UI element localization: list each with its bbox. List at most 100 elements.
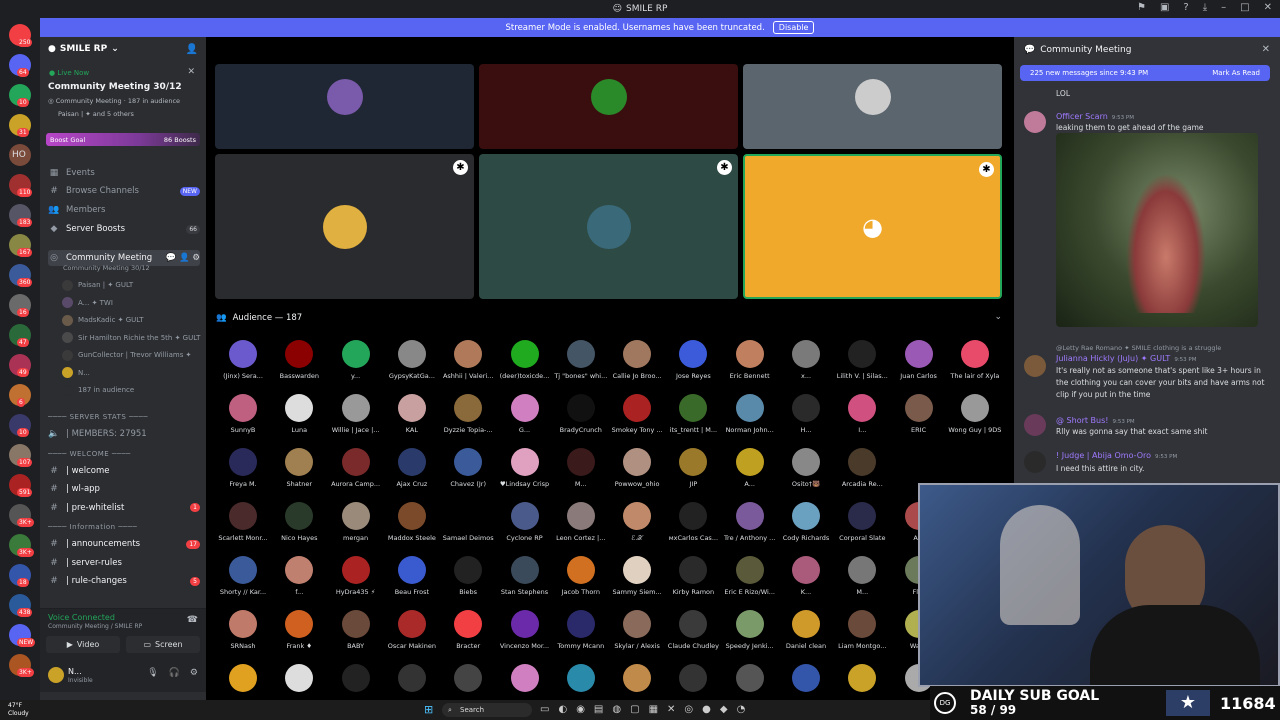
audience-member[interactable]: Stan Stephens (497, 556, 553, 596)
audience-member[interactable]: H... (778, 394, 834, 434)
gear-icon[interactable]: ⚙ (190, 668, 198, 678)
stage-member[interactable]: A... ✦ TWI (62, 296, 113, 310)
audience-member[interactable]: its_trentt | M... (665, 394, 721, 434)
close-event-icon[interactable]: ✕ (187, 67, 195, 77)
audience-member[interactable]: K... (778, 556, 834, 596)
download-icon[interactable]: ⤓ (1203, 2, 1207, 13)
video-button[interactable]: ▶ Video (46, 636, 120, 653)
audience-member[interactable]: Tre / Anthony ... (722, 502, 778, 542)
server-header[interactable]: ● SMILE RP ⌄ 👤 (48, 44, 198, 55)
stage-member[interactable]: 187 in audience (62, 383, 134, 397)
audience-member[interactable]: KAL (384, 394, 440, 434)
audience-member[interactable]: Ajax Cruz (384, 448, 440, 488)
audience-member[interactable]: Lilith V. | Silas... (834, 340, 890, 380)
audience-member[interactable]: Frank ♦ (271, 610, 327, 650)
stage-member[interactable]: Sir Hamilton Richie the 5th ✦ GULT (62, 331, 200, 345)
audience-member[interactable]: Corporal Slate (834, 502, 890, 542)
speaker-tile[interactable]: ✱ (215, 154, 474, 299)
obs-icon[interactable]: ◔ (737, 704, 746, 715)
audience-member[interactable]: Scarlett Monr... (215, 502, 271, 542)
message-author[interactable]: Officer Scarn 9:53 PM (1056, 112, 1134, 121)
audience-member[interactable]: Eric E Rizo/Wi... (722, 556, 778, 596)
audience-member[interactable]: ♥Lindsay Crisp (497, 448, 553, 488)
audience-member[interactable]: SRNash (215, 610, 271, 650)
audience-member[interactable]: y... (328, 340, 384, 380)
audience-member[interactable]: x... (778, 340, 834, 380)
audience-member[interactable]: Chavez (Jr) (440, 448, 496, 488)
message-author[interactable]: Julianna Hickly (JuJu) ✦ GULT 9:53 PM (1056, 354, 1197, 363)
audience-member[interactable]: Freya M. (215, 448, 271, 488)
speaker-settings-icon[interactable]: ✱ (979, 162, 994, 177)
audience-member[interactable]: Juan Carlos (891, 340, 947, 380)
audience-member[interactable] (384, 664, 440, 692)
audience-member[interactable]: The lair of Xyla (947, 340, 1003, 380)
audience-member[interactable]: Arcadia Re... (834, 448, 890, 488)
audience-member[interactable] (328, 664, 384, 692)
voice-disconnect-icon[interactable]: ☎ (187, 615, 198, 625)
message-avatar[interactable] (1024, 355, 1046, 377)
mic-icon[interactable]: 🎙 (147, 668, 158, 678)
audience-member[interactable] (553, 664, 609, 692)
audience-member[interactable]: Nico Hayes (271, 502, 327, 542)
channel-members[interactable]: 👥 Members (48, 202, 200, 218)
channel-server-boosts[interactable]: ◆ Server Boosts 66 (48, 221, 200, 237)
attached-image[interactable] (1056, 133, 1258, 327)
app-icon[interactable]: ▦ (649, 704, 658, 715)
audience-member[interactable]: Wong Guy | 9DS (947, 394, 1003, 434)
stage-member[interactable]: N... (62, 366, 90, 380)
audience-member[interactable]: Leon Cortez |... (553, 502, 609, 542)
reply-preview[interactable]: @Letty Rae Romano ✦ SMILE clothing is a … (1056, 342, 1266, 354)
audience-member[interactable] (947, 448, 1003, 480)
audience-member[interactable]: SunnyB (215, 394, 271, 434)
audience-member[interactable]: M... (834, 556, 890, 596)
audience-member[interactable]: M... (553, 448, 609, 488)
audience-member[interactable]: Callie Jo Broo... (609, 340, 665, 380)
audience-member[interactable] (834, 664, 890, 692)
speaker-tile[interactable]: ✱ (479, 154, 738, 299)
audience-member[interactable]: ERIC (891, 394, 947, 434)
taskview-icon[interactable]: ▭ (540, 704, 549, 715)
speaker-tile[interactable]: ◕ ✱ (743, 154, 1002, 299)
message-avatar[interactable] (1024, 414, 1046, 436)
user-avatar[interactable] (48, 667, 64, 683)
channel-item[interactable]: # | announcements 17 (48, 536, 200, 552)
terminal-icon[interactable]: ▢ (630, 704, 639, 715)
message-avatar[interactable] (1024, 111, 1046, 133)
event-title[interactable]: Community Meeting 30/12 (48, 82, 182, 92)
speaker-settings-icon[interactable]: ✱ (717, 160, 732, 175)
audience-member[interactable]: Maddox Steele (384, 502, 440, 542)
audience-member[interactable]: BABY (328, 610, 384, 650)
firefox-icon[interactable]: ◍ (612, 704, 621, 715)
audience-member[interactable] (722, 664, 778, 692)
channel-item[interactable]: # | wl-app (48, 481, 200, 497)
new-messages-bar[interactable]: 225 new messages since 9:43 PM Mark As R… (1020, 65, 1270, 81)
audience-member[interactable]: Norman John... (722, 394, 778, 434)
audience-member[interactable]: Daniel clean (778, 610, 834, 650)
weather-widget[interactable]: 47°F Cloudy (8, 702, 29, 718)
windows-start-icon[interactable]: ⊞ (424, 703, 433, 716)
audience-member[interactable]: G... (497, 394, 553, 434)
audience-member[interactable]: Smokey Tony ... (609, 394, 665, 434)
headset-icon[interactable]: 🎧 (169, 668, 180, 678)
channel-browse-channels[interactable]: # Browse Channels NEW (48, 183, 200, 199)
help-icon[interactable]: ? (1183, 2, 1188, 13)
audience-member[interactable] (271, 664, 327, 692)
audience-member[interactable]: Sammy Siem... (609, 556, 665, 596)
audience-member[interactable]: mergan (328, 502, 384, 542)
audience-member[interactable]: Cyclone RP (497, 502, 553, 542)
message-author[interactable]: ! Judge | Abija Omo-Oro 9:53 PM (1056, 451, 1177, 460)
voice-channel-name[interactable]: Community Meeting / SMILE RP (48, 623, 142, 630)
audience-member[interactable]: Osito†🐻 (778, 448, 834, 488)
minimize-icon[interactable]: – (1221, 2, 1226, 13)
stage-channel-controls[interactable]: 💬 👤 ⚙ (166, 253, 200, 263)
audience-member[interactable]: Beau Frost (384, 556, 440, 596)
audience-member[interactable]: Aurora Camp... (328, 448, 384, 488)
stage-member[interactable]: GunCollector | Trevor Williams ✦ (62, 348, 191, 362)
audience-member[interactable] (891, 448, 947, 480)
audience-member[interactable]: HyDra435 ⚡ (328, 556, 384, 596)
message-author[interactable]: @ Short Bus! 9:53 PM (1056, 416, 1135, 425)
stage-member[interactable]: Paisan | ✦ GULT (62, 278, 133, 292)
channel-item[interactable]: # | welcome (48, 463, 200, 479)
audience-member[interactable] (665, 664, 721, 692)
audience-member[interactable] (440, 664, 496, 692)
